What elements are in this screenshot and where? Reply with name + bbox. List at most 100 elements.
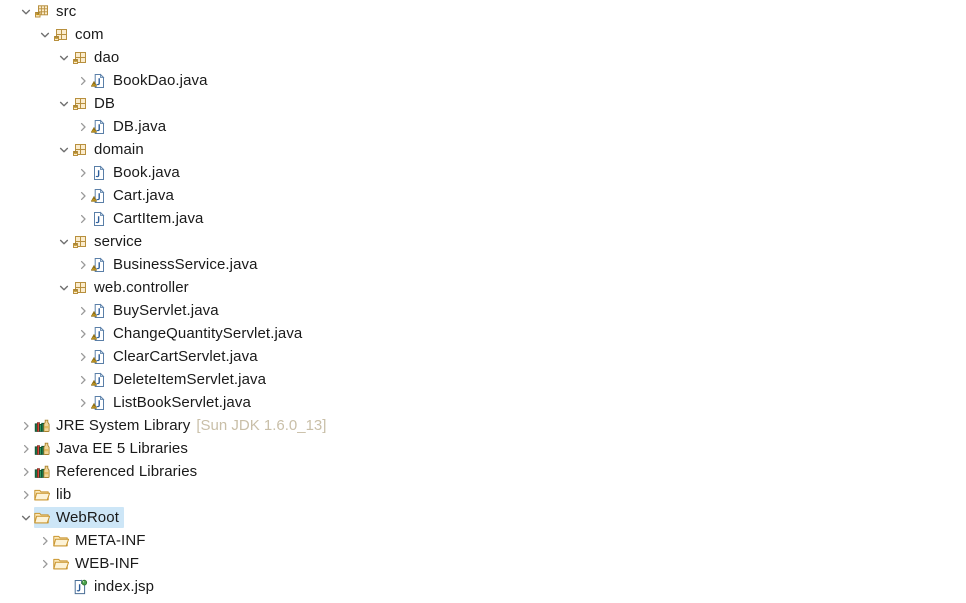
package-explorer-tree[interactable]: src com dao BookDao.java DB DB.java domain Book… [0, 0, 966, 603]
tree-row-label: Book.java [113, 164, 180, 181]
chevron-right-icon[interactable] [75, 184, 91, 207]
tree-row[interactable]: Java EE 5 Libraries [0, 437, 966, 460]
tree-row-label: JRE System Library [56, 417, 191, 434]
folder-icon [34, 510, 50, 526]
tree-row[interactable]: DeleteItemServlet.java [0, 368, 966, 391]
chevron-right-icon[interactable] [75, 345, 91, 368]
tree-row[interactable]: ListBookServlet.java [0, 391, 966, 414]
folder-icon [34, 487, 50, 503]
package-icon [72, 50, 88, 66]
java-file-icon [91, 211, 107, 227]
tree-row-label: domain [94, 141, 144, 158]
chevron-right-icon[interactable] [75, 368, 91, 391]
tree-row[interactable]: service [0, 230, 966, 253]
tree-row-label: DB.java [113, 118, 167, 135]
java-file-icon [91, 165, 107, 181]
package-icon [72, 234, 88, 250]
tree-row-label: BusinessService.java [113, 256, 258, 273]
chevron-down-icon[interactable] [56, 230, 72, 253]
tree-row-label: BuyServlet.java [113, 302, 219, 319]
java-file-warning-icon [91, 119, 107, 135]
tree-row[interactable]: dao [0, 46, 966, 69]
chevron-right-icon[interactable] [75, 299, 91, 322]
tree-row[interactable]: META-INF [0, 529, 966, 552]
tree-row[interactable]: WEB-INF [0, 552, 966, 575]
java-file-warning-icon [91, 257, 107, 273]
tree-row-label: CartItem.java [113, 210, 204, 227]
tree-row-label: src [56, 3, 77, 20]
chevron-down-icon[interactable] [56, 46, 72, 69]
library-icon [34, 418, 50, 434]
tree-row-label: META-INF [75, 532, 146, 549]
chevron-down-icon[interactable] [18, 0, 34, 23]
tree-row[interactable]: CartItem.java [0, 207, 966, 230]
tree-row[interactable]: src [0, 0, 966, 23]
tree-row-label: com [75, 26, 104, 43]
tree-row-label: dao [94, 49, 120, 66]
chevron-right-icon[interactable] [18, 437, 34, 460]
tree-row-label: index.jsp [94, 578, 155, 595]
source-folder-icon [34, 4, 50, 20]
chevron-right-icon[interactable] [18, 483, 34, 506]
tree-row-label: WebRoot [56, 509, 119, 526]
chevron-right-icon[interactable] [18, 460, 34, 483]
chevron-right-icon[interactable] [75, 322, 91, 345]
java-file-warning-icon [91, 188, 107, 204]
chevron-down-icon[interactable] [56, 138, 72, 161]
tree-row[interactable]: JRE System Library [Sun JDK 1.6.0_13] [0, 414, 966, 437]
tree-row-label: lib [56, 486, 72, 503]
tree-row-label: DeleteItemServlet.java [113, 371, 267, 388]
chevron-right-icon[interactable] [37, 552, 53, 575]
tree-row[interactable]: lib [0, 483, 966, 506]
chevron-right-icon[interactable] [75, 253, 91, 276]
jsp-file-icon [72, 579, 88, 595]
tree-row-label: DB [94, 95, 116, 112]
chevron-down-icon[interactable] [56, 92, 72, 115]
chevron-right-icon[interactable] [75, 161, 91, 184]
tree-row-label: BookDao.java [113, 72, 208, 89]
chevron-right-icon[interactable] [75, 69, 91, 92]
java-file-warning-icon [91, 349, 107, 365]
chevron-right-icon[interactable] [37, 529, 53, 552]
tree-row-label: ClearCartServlet.java [113, 348, 258, 365]
tree-row[interactable]: Referenced Libraries [0, 460, 966, 483]
chevron-right-icon[interactable] [75, 115, 91, 138]
package-icon [72, 142, 88, 158]
tree-row[interactable]: domain [0, 138, 966, 161]
chevron-right-icon[interactable] [18, 414, 34, 437]
java-file-warning-icon [91, 372, 107, 388]
tree-row-label: service [94, 233, 143, 250]
tree-row[interactable]: Cart.java [0, 184, 966, 207]
chevron-right-icon[interactable] [75, 391, 91, 414]
library-icon [34, 464, 50, 480]
tree-row[interactable]: DB [0, 92, 966, 115]
tree-row[interactable]: com [0, 23, 966, 46]
tree-row-suffix: [Sun JDK 1.6.0_13] [196, 417, 327, 434]
chevron-right-icon[interactable] [75, 207, 91, 230]
tree-row-label: ListBookServlet.java [113, 394, 251, 411]
tree-row[interactable]: web.controller [0, 276, 966, 299]
tree-row-label: Referenced Libraries [56, 463, 198, 480]
tree-row-label: WEB-INF [75, 555, 140, 572]
chevron-down-icon[interactable] [18, 506, 34, 529]
tree-row[interactable]: BookDao.java [0, 69, 966, 92]
tree-row[interactable]: WebRoot [0, 506, 966, 529]
tree-row[interactable]: BuyServlet.java [0, 299, 966, 322]
tree-row-label: Cart.java [113, 187, 174, 204]
chevron-down-icon[interactable] [37, 23, 53, 46]
java-file-warning-icon [91, 395, 107, 411]
library-icon [34, 441, 50, 457]
tree-row[interactable]: ClearCartServlet.java [0, 345, 966, 368]
package-icon [72, 280, 88, 296]
tree-row[interactable]: BusinessService.java [0, 253, 966, 276]
tree-row[interactable]: ChangeQuantityServlet.java [0, 322, 966, 345]
tree-row[interactable]: DB.java [0, 115, 966, 138]
tree-row-label: Java EE 5 Libraries [56, 440, 188, 457]
tree-row[interactable]: Book.java [0, 161, 966, 184]
java-file-warning-icon [91, 73, 107, 89]
folder-icon [53, 556, 69, 572]
java-file-warning-icon [91, 303, 107, 319]
tree-row-label: web.controller [94, 279, 189, 296]
chevron-down-icon[interactable] [56, 276, 72, 299]
tree-row[interactable]: index.jsp [0, 575, 966, 598]
